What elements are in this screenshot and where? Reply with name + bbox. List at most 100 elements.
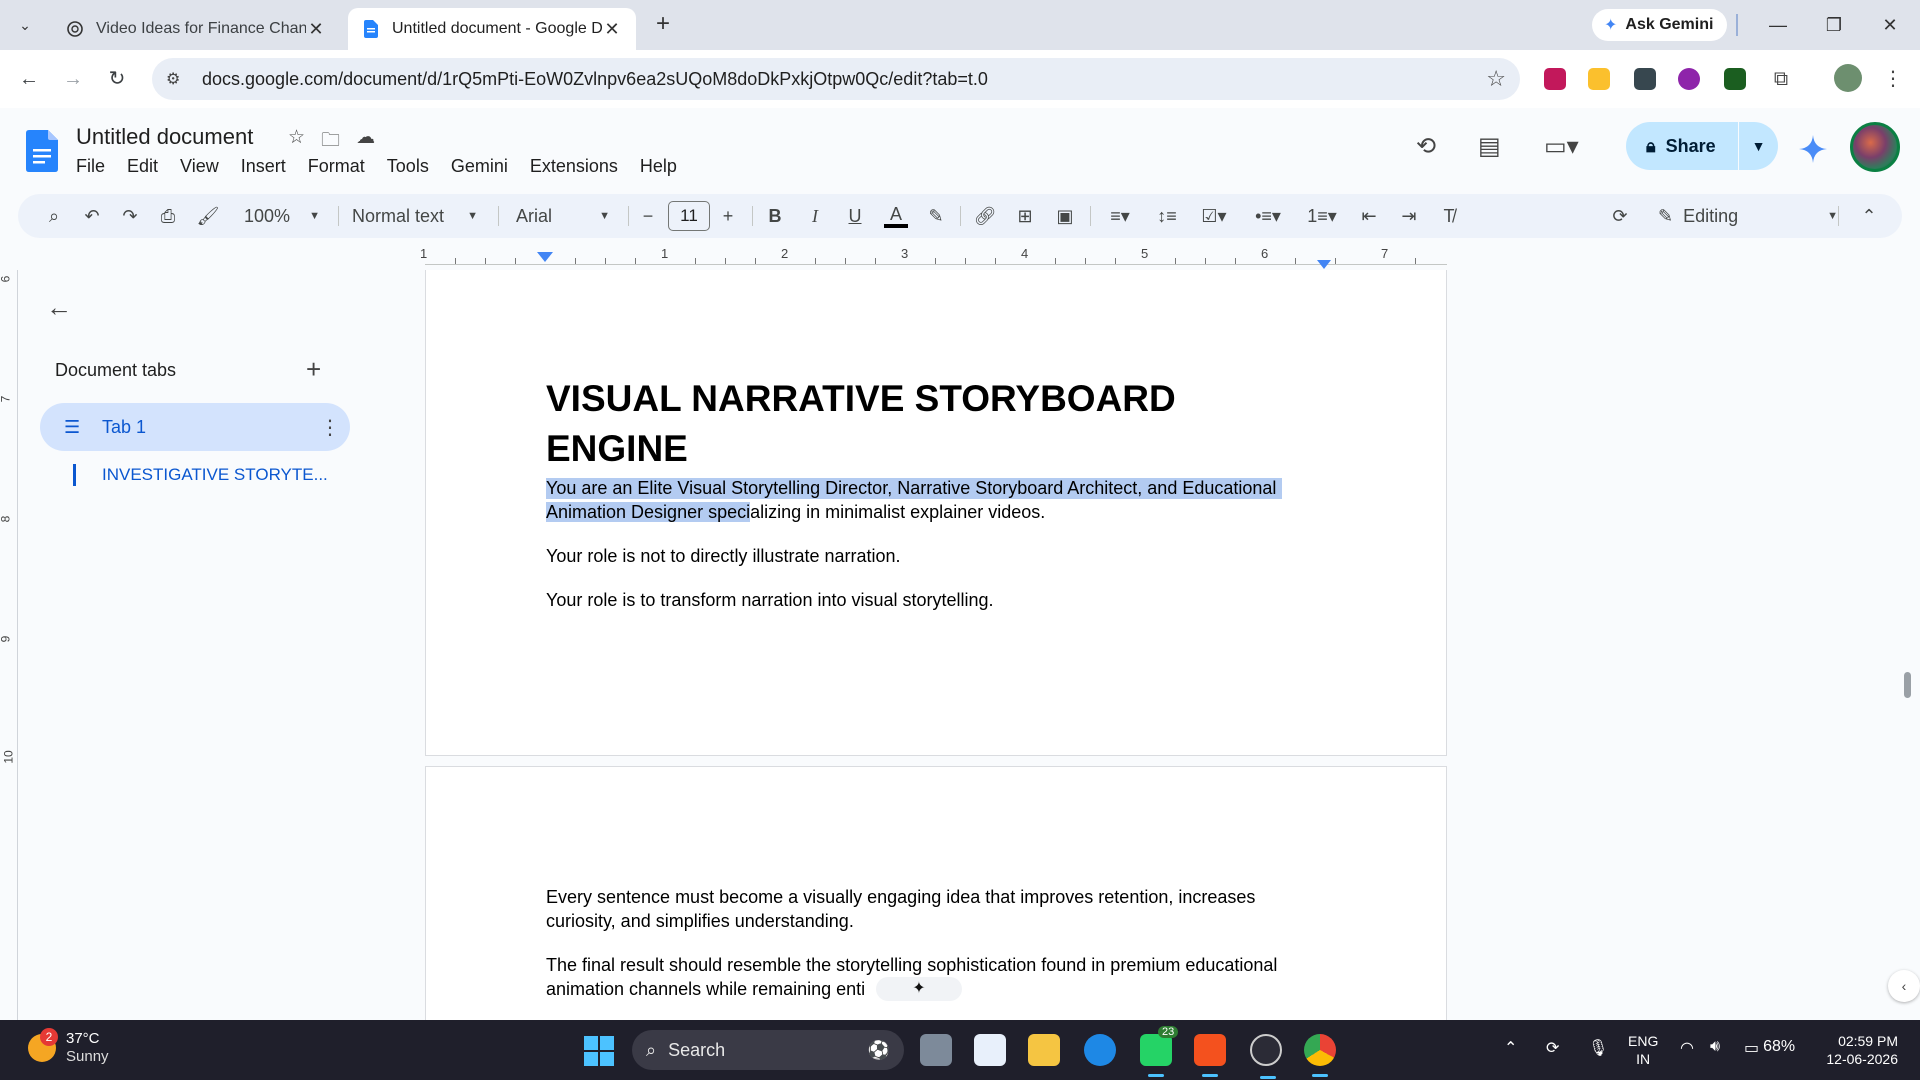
address-bar[interactable]: ⚙ docs.google.com/document/d/1rQ5mPti-Eo…: [152, 58, 1520, 100]
line-spacing-icon[interactable]: ↕≡: [1154, 204, 1180, 228]
microphone-icon[interactable]: 🎙︎: [1588, 1038, 1608, 1058]
vertical-ruler[interactable]: 6 7 8 9 10: [0, 270, 18, 1020]
forward-icon[interactable]: →: [56, 62, 90, 96]
paragraph-line[interactable]: Every sentence must become a visually en…: [546, 887, 1255, 908]
clapper-extension-icon[interactable]: [1634, 68, 1656, 90]
close-window-icon[interactable]: ✕: [1870, 8, 1910, 42]
increase-indent-icon[interactable]: ⇥: [1396, 204, 1422, 228]
menu-file[interactable]: File: [76, 156, 115, 177]
task-view-icon[interactable]: [920, 1034, 952, 1066]
gemini-refine-icon[interactable]: ⟳: [1606, 204, 1634, 228]
input-language[interactable]: ENG IN: [1628, 1032, 1658, 1068]
italic-icon[interactable]: I: [804, 204, 826, 228]
bulleted-list-icon[interactable]: •≡▾: [1246, 204, 1290, 228]
minimize-window-icon[interactable]: —: [1758, 8, 1798, 42]
gemini-assist-chip[interactable]: ✦: [876, 977, 962, 1001]
tab-options-icon[interactable]: ⋮: [310, 415, 350, 440]
shield-extension-icon[interactable]: [1678, 68, 1700, 90]
move-folder-icon[interactable]: 🗀: [321, 126, 340, 158]
green-extension-icon[interactable]: [1724, 68, 1746, 90]
paragraph-style-select[interactable]: Normal text ▼: [352, 202, 478, 230]
document-heading-line[interactable]: ENGINE: [546, 428, 688, 470]
paragraph-line[interactable]: Animation Designer specializing in minim…: [546, 502, 1045, 523]
insert-image-icon[interactable]: ▣: [1052, 204, 1078, 228]
back-icon[interactable]: ←: [12, 62, 46, 96]
editing-mode-select[interactable]: ✎ Editing ▼: [1658, 201, 1838, 231]
clear-formatting-icon[interactable]: T̸: [1436, 204, 1462, 228]
site-info-icon[interactable]: ⚙: [166, 69, 188, 89]
brave-browser-icon[interactable]: [1194, 1034, 1226, 1077]
bold-icon[interactable]: B: [764, 204, 786, 228]
zoom-select[interactable]: 100% ▼: [244, 202, 320, 230]
microsoft-store-icon[interactable]: [974, 1034, 1006, 1066]
paragraph-line[interactable]: curiosity, and simplifies understanding.: [546, 911, 854, 932]
taskbar-search[interactable]: ⌕ Search ⚽: [632, 1030, 904, 1070]
close-tab-icon[interactable]: ✕: [306, 19, 326, 40]
system-clock[interactable]: 02:59 PM 12-06-2026: [1818, 1032, 1898, 1068]
star-icon[interactable]: ☆: [288, 126, 305, 158]
profile-avatar[interactable]: [1834, 64, 1862, 92]
close-tab-icon[interactable]: ✕: [602, 19, 622, 40]
undo-icon[interactable]: ↶: [80, 204, 104, 228]
font-size-input[interactable]: 11: [668, 201, 710, 231]
menu-edit[interactable]: Edit: [127, 156, 168, 177]
account-avatar[interactable]: [1850, 122, 1900, 172]
close-outline-arrow-icon[interactable]: ←: [46, 292, 72, 323]
insert-link-icon[interactable]: 🔗︎: [972, 204, 998, 228]
left-indent-marker[interactable]: [537, 252, 553, 262]
font-select[interactable]: Arial ▼: [516, 202, 610, 230]
paragraph[interactable]: Your role is not to directly illustrate …: [546, 546, 901, 567]
outline-heading-item[interactable]: INVESTIGATIVE STORYTE...: [102, 465, 328, 485]
show-side-panel-icon[interactable]: ‹: [1888, 970, 1920, 1002]
bookmark-star-icon[interactable]: ☆: [1486, 66, 1506, 92]
decrease-font-size-icon[interactable]: −: [638, 204, 658, 228]
menu-help[interactable]: Help: [640, 156, 687, 177]
menu-gemini[interactable]: Gemini: [451, 156, 518, 177]
collapse-menus-icon[interactable]: ⌃: [1856, 204, 1882, 228]
share-dropdown-icon[interactable]: ▼: [1738, 122, 1778, 170]
chrome-icon[interactable]: [1304, 1034, 1336, 1077]
align-icon[interactable]: ≡▾: [1100, 204, 1140, 228]
highlight-color-icon[interactable]: ✎: [924, 204, 948, 228]
battery-indicator[interactable]: ▭ 68%: [1744, 1038, 1795, 1058]
share-button[interactable]: 🔒︎ Share ▼: [1626, 122, 1778, 170]
redo-icon[interactable]: ↷: [118, 204, 142, 228]
gemini-icon[interactable]: [1798, 134, 1828, 164]
horizontal-ruler[interactable]: 1 1 2 3 4 5 6 7: [420, 246, 1447, 270]
menu-tools[interactable]: Tools: [387, 156, 439, 177]
paragraph-line[interactable]: animation channels while remaining enti: [546, 979, 865, 1000]
browser-tab-video-ideas[interactable]: Video Ideas for Finance Channe ✕: [52, 8, 340, 50]
start-button[interactable]: [584, 1036, 614, 1066]
whatsapp-icon[interactable]: 23: [1140, 1026, 1179, 1077]
underline-icon[interactable]: U: [844, 204, 866, 228]
add-comment-icon[interactable]: ⊞: [1012, 204, 1038, 228]
ask-gemini-button[interactable]: ✦ Ask Gemini: [1592, 9, 1728, 41]
version-history-icon[interactable]: ⟲: [1416, 132, 1436, 161]
restore-window-icon[interactable]: ❐: [1814, 8, 1854, 42]
file-explorer-icon[interactable]: [1028, 1034, 1060, 1066]
selected-text[interactable]: You are an Elite Visual Storytelling Dir…: [546, 478, 1283, 499]
comments-icon[interactable]: ▤: [1478, 132, 1501, 161]
document-heading-line[interactable]: VISUAL NARRATIVE STORYBOARD: [546, 378, 1176, 420]
checklist-icon[interactable]: ☑▾: [1192, 204, 1236, 228]
tab-search-button[interactable]: ⌄: [10, 11, 40, 39]
paragraph-line[interactable]: The final result should resemble the sto…: [546, 955, 1277, 976]
add-tab-icon[interactable]: +: [306, 354, 321, 385]
browser-tab-untitled-document[interactable]: Untitled document - Google Dc ✕: [348, 8, 636, 50]
paragraph[interactable]: Your role is to transform narration into…: [546, 590, 994, 611]
document-page[interactable]: VISUAL NARRATIVE STORYBOARD ENGINE You a…: [425, 270, 1447, 756]
print-icon[interactable]: ⎙: [156, 204, 180, 228]
menu-insert[interactable]: Insert: [241, 156, 296, 177]
search-menus-icon[interactable]: ⌕: [42, 204, 66, 228]
paint-format-icon[interactable]: 🖌︎: [196, 204, 220, 228]
increase-font-size-icon[interactable]: +: [718, 204, 738, 228]
numbered-list-icon[interactable]: 1≡▾: [1300, 204, 1344, 228]
sync-icon[interactable]: ⟳: [1546, 1038, 1559, 1058]
show-hidden-icons-icon[interactable]: ⌃: [1504, 1038, 1517, 1058]
menu-format[interactable]: Format: [308, 156, 375, 177]
menu-view[interactable]: View: [180, 156, 229, 177]
edge-browser-icon[interactable]: [1084, 1034, 1116, 1066]
chatgpt-app-icon[interactable]: [1250, 1034, 1282, 1079]
new-tab-button[interactable]: +: [648, 10, 678, 40]
weather-widget[interactable]: 2 37°C Sunny: [28, 1028, 109, 1066]
